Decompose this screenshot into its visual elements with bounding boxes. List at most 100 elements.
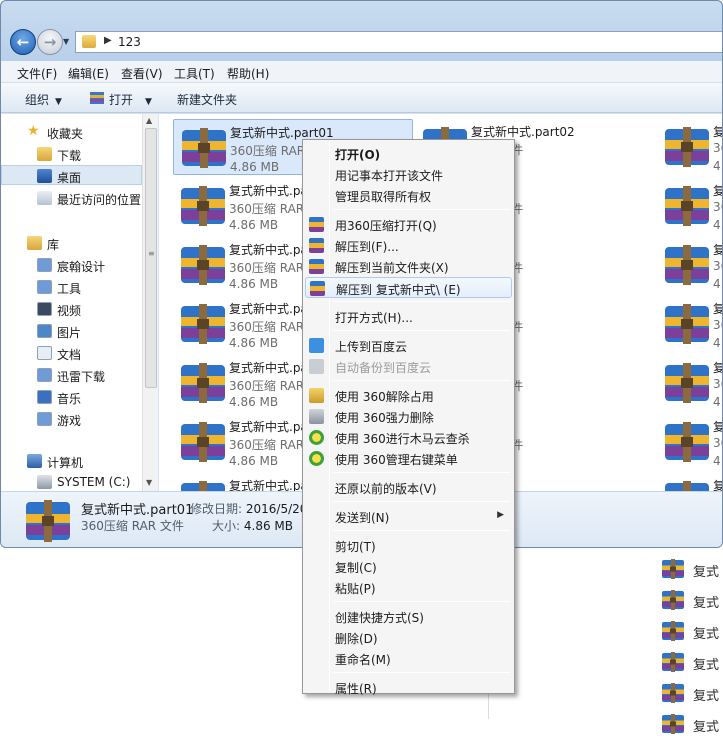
- context-menu-item[interactable]: 发送到(N) ▶: [305, 506, 512, 527]
- nav-favorites[interactable]: ★ 收藏夹: [1, 122, 142, 142]
- nav-library-item[interactable]: 迅雷下载: [1, 365, 142, 385]
- file-size: 4.8: [713, 218, 722, 232]
- context-menu-item[interactable]: 解压到当前文件夹(X): [305, 256, 512, 277]
- context-menu-item[interactable]: 使用 360进行木马云查杀: [305, 427, 512, 448]
- context-menu-item[interactable]: 剪切(T): [305, 535, 512, 556]
- background-file-row[interactable]: 复式: [661, 556, 723, 582]
- recent-pages-chevron-down-icon[interactable]: ▼: [63, 38, 73, 46]
- context-menu-item[interactable]: 用360压缩打开(Q): [305, 214, 512, 235]
- context-menu-item-label: 粘贴(P): [335, 582, 376, 596]
- file-name: 复式: [713, 182, 722, 199]
- nav-scrollbar[interactable]: ▲ ≡ ▼: [142, 114, 158, 491]
- nav-library-item[interactable]: 宸翰设计: [1, 255, 142, 275]
- nav-library-item[interactable]: 音乐: [1, 387, 142, 407]
- file-tile[interactable]: 复式360 4.8: [657, 119, 722, 175]
- menu-separator: [333, 380, 510, 381]
- background-file-row[interactable]: 复式: [661, 649, 723, 675]
- context-menu-item[interactable]: 管理员取得所有权: [305, 185, 512, 206]
- file-tile[interactable]: 复式360 4.8: [657, 178, 722, 234]
- context-menu-item-label: 使用 360强力删除: [335, 411, 434, 425]
- nav-library-item[interactable]: 工具: [1, 277, 142, 297]
- context-menu-item-label: 使用 360进行木马云查杀: [335, 432, 470, 446]
- context-menu-item[interactable]: 解压到 复式新中式\ (E): [305, 277, 512, 298]
- nav-library-item[interactable]: 游戏: [1, 409, 142, 429]
- address-bar[interactable]: ▶ 123: [75, 31, 722, 53]
- context-menu-item[interactable]: 使用 360解除占用: [305, 385, 512, 406]
- nav-downloads[interactable]: 下载: [1, 144, 142, 164]
- file-size: 4.8: [713, 336, 722, 350]
- menu-separator: [333, 472, 510, 473]
- context-menu-item[interactable]: 复制(C): [305, 556, 512, 577]
- file-type: 360: [713, 259, 722, 273]
- back-button[interactable]: ←: [10, 29, 36, 55]
- nav-library-item[interactable]: 视频: [1, 299, 142, 319]
- recent-places-icon: [37, 191, 52, 205]
- context-menu-item[interactable]: 重命名(M): [305, 648, 512, 669]
- rar-icon: [309, 238, 324, 253]
- new-folder-button[interactable]: 新建文件夹: [177, 91, 237, 108]
- context-menu-item[interactable]: 打开方式(H)...: [305, 306, 512, 327]
- background-file-row[interactable]: 复式: [661, 618, 723, 644]
- forward-button[interactable]: →: [37, 29, 63, 55]
- menu-separator: [333, 530, 510, 531]
- context-menu-item[interactable]: 属性(R): [305, 677, 512, 698]
- background-file-row[interactable]: 复式: [661, 680, 723, 706]
- rar-archive-icon: [180, 126, 228, 170]
- rar-icon: [309, 217, 324, 232]
- context-menu-item[interactable]: 使用 360管理右键菜单: [305, 448, 512, 469]
- context-menu-item-label: 解压到(F)...: [335, 240, 399, 254]
- chevron-down-icon: ▼: [145, 97, 152, 107]
- file-size: 4.86 MB: [229, 395, 279, 409]
- file-tile[interactable]: 复式360 4.8: [657, 237, 722, 293]
- context-menu-item[interactable]: 打开(O): [305, 143, 512, 164]
- open-button[interactable]: 打开 ▼: [109, 91, 152, 108]
- rar-archive-icon: [661, 651, 685, 673]
- background-file-row[interactable]: 复式: [661, 711, 723, 737]
- folder-icon: [82, 35, 96, 48]
- background-file-name: 复式: [693, 596, 720, 611]
- menubar: 文件(F) 编辑(E) 查看(V) 工具(T) 帮助(H): [1, 61, 722, 83]
- rar-archive-icon: [661, 589, 685, 611]
- scroll-up-icon[interactable]: ▲: [146, 116, 152, 125]
- menu-edit[interactable]: 编辑(E): [68, 65, 109, 82]
- organize-button[interactable]: 组织 ▼: [25, 91, 62, 108]
- nav-libraries[interactable]: 库: [1, 233, 142, 253]
- nav-library-item[interactable]: 图片: [1, 321, 142, 341]
- menu-file[interactable]: 文件(F): [17, 65, 57, 82]
- file-type: 360: [713, 436, 722, 450]
- scroll-down-icon[interactable]: ▼: [146, 478, 152, 487]
- rar-icon: [90, 92, 104, 104]
- navigation-pane: ★ 收藏夹 下载 桌面 最近访问的位置 库 宸翰设计 工具 视频图片文档 迅雷下载 音乐…: [1, 114, 158, 491]
- context-menu-item[interactable]: 粘贴(P): [305, 577, 512, 598]
- context-menu-item[interactable]: 解压到(F)...: [305, 235, 512, 256]
- file-tile[interactable]: 复式360 4.8: [657, 355, 722, 411]
- context-menu-item[interactable]: 创建快捷方式(S): [305, 606, 512, 627]
- file-tile[interactable]: 复式360 4.8: [657, 414, 722, 470]
- organize-label: 组织: [25, 93, 50, 107]
- context-menu-item[interactable]: 用记事本打开该文件: [305, 164, 512, 185]
- file-type: 360: [713, 377, 722, 391]
- file-tile[interactable]: 复式360 4.8: [657, 296, 722, 352]
- context-menu-item[interactable]: 还原以前的版本(V): [305, 477, 512, 498]
- library-folder-icon: [37, 258, 52, 272]
- background-file-row[interactable]: 复式: [661, 587, 723, 613]
- menu-help[interactable]: 帮助(H): [227, 65, 269, 82]
- library-folder-icon: [37, 390, 52, 404]
- context-menu-item[interactable]: 删除(D): [305, 627, 512, 648]
- nav-library-item[interactable]: 文档: [1, 343, 142, 363]
- nav-system-drive[interactable]: SYSTEM (C:): [1, 472, 142, 492]
- context-menu-item[interactable]: 上传到百度云: [305, 335, 512, 356]
- file-tile[interactable]: 复式: [657, 473, 722, 491]
- scrollbar-thumb[interactable]: ≡: [145, 128, 157, 388]
- breadcrumb-chevron-right-icon[interactable]: ▶: [104, 35, 112, 46]
- nav-recent[interactable]: 最近访问的位置: [1, 188, 142, 208]
- breadcrumb-current-folder[interactable]: 123: [118, 35, 141, 49]
- menu-view[interactable]: 查看(V): [121, 65, 163, 82]
- menu-tools[interactable]: 工具(T): [174, 65, 215, 82]
- context-menu-item[interactable]: 使用 360强力删除: [305, 406, 512, 427]
- nav-library-item-label: 图片: [57, 326, 82, 340]
- command-bar: 组织 ▼ 打开 ▼ 新建文件夹: [1, 83, 722, 113]
- nav-desktop[interactable]: 桌面: [1, 165, 142, 185]
- nav-computer[interactable]: 计算机: [1, 451, 142, 471]
- details-modified-value: 2016/5/20: [245, 502, 308, 516]
